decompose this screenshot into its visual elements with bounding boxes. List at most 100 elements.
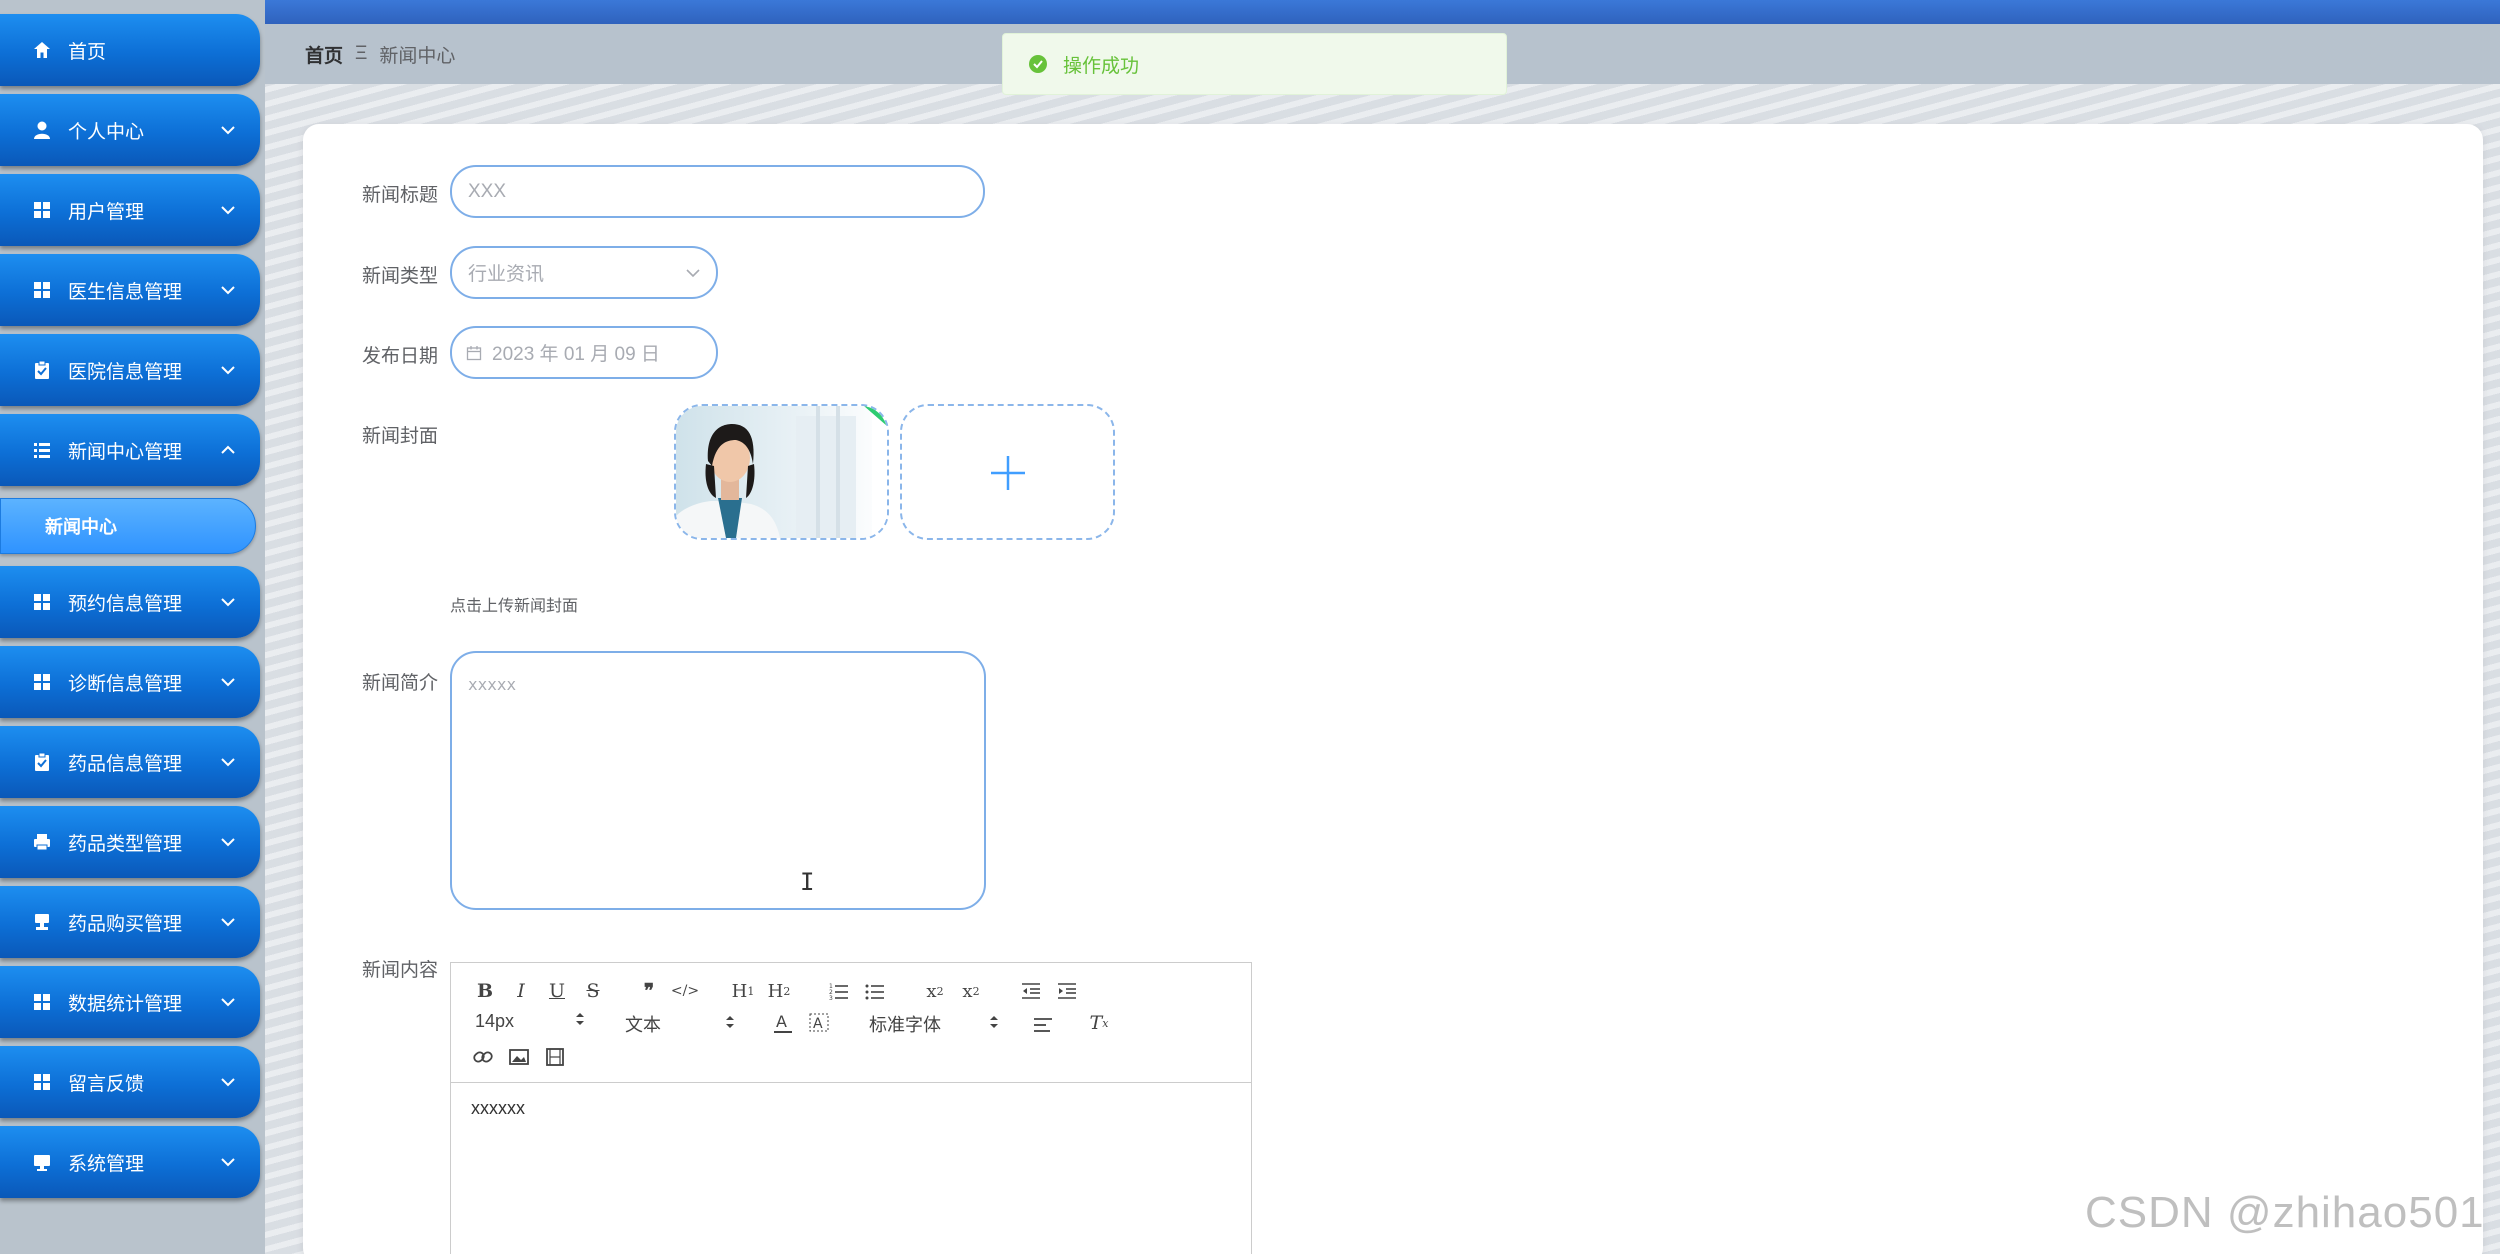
content-label: 新闻内容 bbox=[361, 960, 438, 981]
breadcrumb-home[interactable]: 首页 bbox=[305, 41, 343, 68]
text-cursor-icon: I bbox=[800, 868, 815, 896]
grid-icon bbox=[30, 670, 54, 694]
date-placeholder: 2023 年 01 月 09 日 bbox=[492, 344, 660, 365]
sidebar-item-statistics[interactable]: 数据统计管理 bbox=[0, 966, 260, 1038]
sidebar-item-users[interactable]: 用户管理 bbox=[0, 174, 260, 246]
doctor-photo bbox=[676, 406, 887, 538]
title-input[interactable]: XXX bbox=[450, 165, 985, 218]
select-arrows-icon bbox=[989, 1014, 999, 1035]
monitor-icon bbox=[30, 1150, 54, 1174]
sidebar-subitem-news-center[interactable]: 新闻中心 bbox=[0, 498, 256, 554]
success-toast: 操作成功 bbox=[1002, 33, 1507, 95]
bold-icon[interactable]: B bbox=[471, 977, 499, 1005]
sidebar-item-hospitals[interactable]: 医院信息管理 bbox=[0, 334, 260, 406]
grid-icon bbox=[30, 1070, 54, 1094]
type-select[interactable]: 行业资讯 bbox=[450, 246, 718, 299]
font-family-select[interactable]: 标准字体 bbox=[869, 1011, 999, 1037]
list-icon bbox=[30, 438, 54, 462]
type-label: 新闻类型 bbox=[361, 266, 438, 287]
blockquote-icon[interactable]: ❞ bbox=[635, 977, 663, 1005]
sidebar-item-system[interactable]: 系统管理 bbox=[0, 1126, 260, 1198]
watermark: CSDN @zhihao501 bbox=[2085, 1188, 2485, 1237]
sidebar-item-doctors[interactable]: 医生信息管理 bbox=[0, 254, 260, 326]
breadcrumb-separator: Ξ bbox=[355, 43, 368, 64]
breadcrumb-current: 新闻中心 bbox=[379, 45, 456, 67]
rich-text-editor[interactable]: B I U S ❞ </> H1 H2 123 x2 x2 14px 文本 A bbox=[450, 962, 1252, 1254]
code-icon[interactable]: </> bbox=[671, 977, 699, 1005]
sidebar-item-appointments[interactable]: 预约信息管理 bbox=[0, 566, 260, 638]
sidebar-item-label: 药品购买管理 bbox=[68, 913, 183, 935]
grid-icon bbox=[30, 278, 54, 302]
printer-icon bbox=[30, 830, 54, 854]
sidebar-item-drugs[interactable]: 药品信息管理 bbox=[0, 726, 260, 798]
clipboard-icon bbox=[30, 358, 54, 382]
sidebar-item-news-management[interactable]: 新闻中心管理 bbox=[0, 414, 260, 486]
cover-thumbnail[interactable] bbox=[674, 404, 889, 540]
outdent-icon[interactable] bbox=[1017, 977, 1045, 1005]
summary-placeholder: xxxxx bbox=[468, 675, 517, 694]
sidebar-item-feedback[interactable]: 留言反馈 bbox=[0, 1046, 260, 1118]
plus-icon bbox=[989, 454, 1027, 497]
chevron-down-icon bbox=[218, 280, 238, 300]
strikethrough-icon[interactable]: S bbox=[579, 977, 607, 1005]
chevron-up-icon bbox=[218, 440, 238, 460]
grid-icon bbox=[30, 990, 54, 1014]
grid-icon bbox=[30, 590, 54, 614]
clear-format-icon[interactable]: Tx bbox=[1085, 1009, 1113, 1037]
chevron-down-icon bbox=[218, 832, 238, 852]
cover-hint: 点击上传新闻封面 bbox=[450, 598, 579, 615]
bullet-list-icon[interactable] bbox=[861, 977, 889, 1005]
link-icon[interactable] bbox=[469, 1043, 497, 1071]
summary-textarea[interactable]: xxxxx bbox=[450, 651, 986, 910]
sidebar-item-label: 医生信息管理 bbox=[68, 281, 183, 303]
header-select-value: 文本 bbox=[625, 1015, 661, 1035]
select-arrows-icon bbox=[725, 1014, 735, 1035]
clipboard-icon bbox=[30, 750, 54, 774]
font-color-icon[interactable]: A bbox=[769, 1009, 797, 1037]
header-select[interactable]: 文本 bbox=[625, 1011, 735, 1037]
superscript-icon[interactable]: x2 bbox=[957, 977, 985, 1005]
sidebar-item-home[interactable]: 首页 bbox=[0, 14, 260, 86]
date-label: 发布日期 bbox=[361, 346, 438, 367]
italic-icon[interactable]: I bbox=[507, 977, 535, 1005]
top-bar bbox=[265, 0, 2500, 24]
chevron-down-icon bbox=[218, 200, 238, 220]
subscript-icon[interactable]: x2 bbox=[921, 977, 949, 1005]
chevron-down-icon bbox=[218, 1072, 238, 1092]
indent-icon[interactable] bbox=[1053, 977, 1081, 1005]
calendar-icon bbox=[466, 345, 482, 361]
sidebar-item-drug-purchase[interactable]: 药品购买管理 bbox=[0, 886, 260, 958]
video-icon[interactable] bbox=[541, 1043, 569, 1071]
underline-icon[interactable]: U bbox=[543, 977, 571, 1005]
title-label: 新闻标题 bbox=[361, 185, 438, 206]
cover-upload-button[interactable] bbox=[900, 404, 1115, 540]
ordered-list-icon[interactable]: 123 bbox=[825, 977, 853, 1005]
sidebar-item-label: 数据统计管理 bbox=[68, 993, 183, 1015]
sidebar-item-label: 首页 bbox=[68, 41, 107, 63]
font-size-select[interactable]: 14px bbox=[475, 1011, 585, 1032]
grid-icon bbox=[30, 198, 54, 222]
chevron-down-icon bbox=[218, 992, 238, 1012]
summary-label: 新闻简介 bbox=[361, 673, 438, 694]
chevron-down-icon bbox=[218, 592, 238, 612]
background-color-icon[interactable]: A bbox=[805, 1009, 833, 1037]
image-icon[interactable] bbox=[505, 1043, 533, 1071]
sidebar-item-diagnosis[interactable]: 诊断信息管理 bbox=[0, 646, 260, 718]
heading1-icon[interactable]: H1 bbox=[729, 977, 757, 1005]
cover-label: 新闻封面 bbox=[361, 426, 438, 447]
editor-content[interactable]: xxxxxx bbox=[471, 1098, 525, 1119]
svg-text:3: 3 bbox=[829, 995, 833, 1000]
user-icon bbox=[30, 118, 54, 142]
sidebar-item-drug-types[interactable]: 药品类型管理 bbox=[0, 806, 260, 878]
svg-text:A: A bbox=[776, 1012, 787, 1031]
sidebar-item-label: 预约信息管理 bbox=[68, 593, 183, 615]
date-picker[interactable]: 2023 年 01 月 09 日 bbox=[450, 326, 718, 379]
align-icon[interactable] bbox=[1029, 1011, 1057, 1039]
title-placeholder: XXX bbox=[468, 180, 507, 202]
chevron-down-icon bbox=[218, 672, 238, 692]
font-size-value: 14px bbox=[475, 1011, 515, 1031]
sidebar-item-label: 药品类型管理 bbox=[68, 833, 183, 855]
home-icon bbox=[30, 38, 54, 62]
sidebar-item-profile[interactable]: 个人中心 bbox=[0, 94, 260, 166]
heading2-icon[interactable]: H2 bbox=[765, 977, 793, 1005]
